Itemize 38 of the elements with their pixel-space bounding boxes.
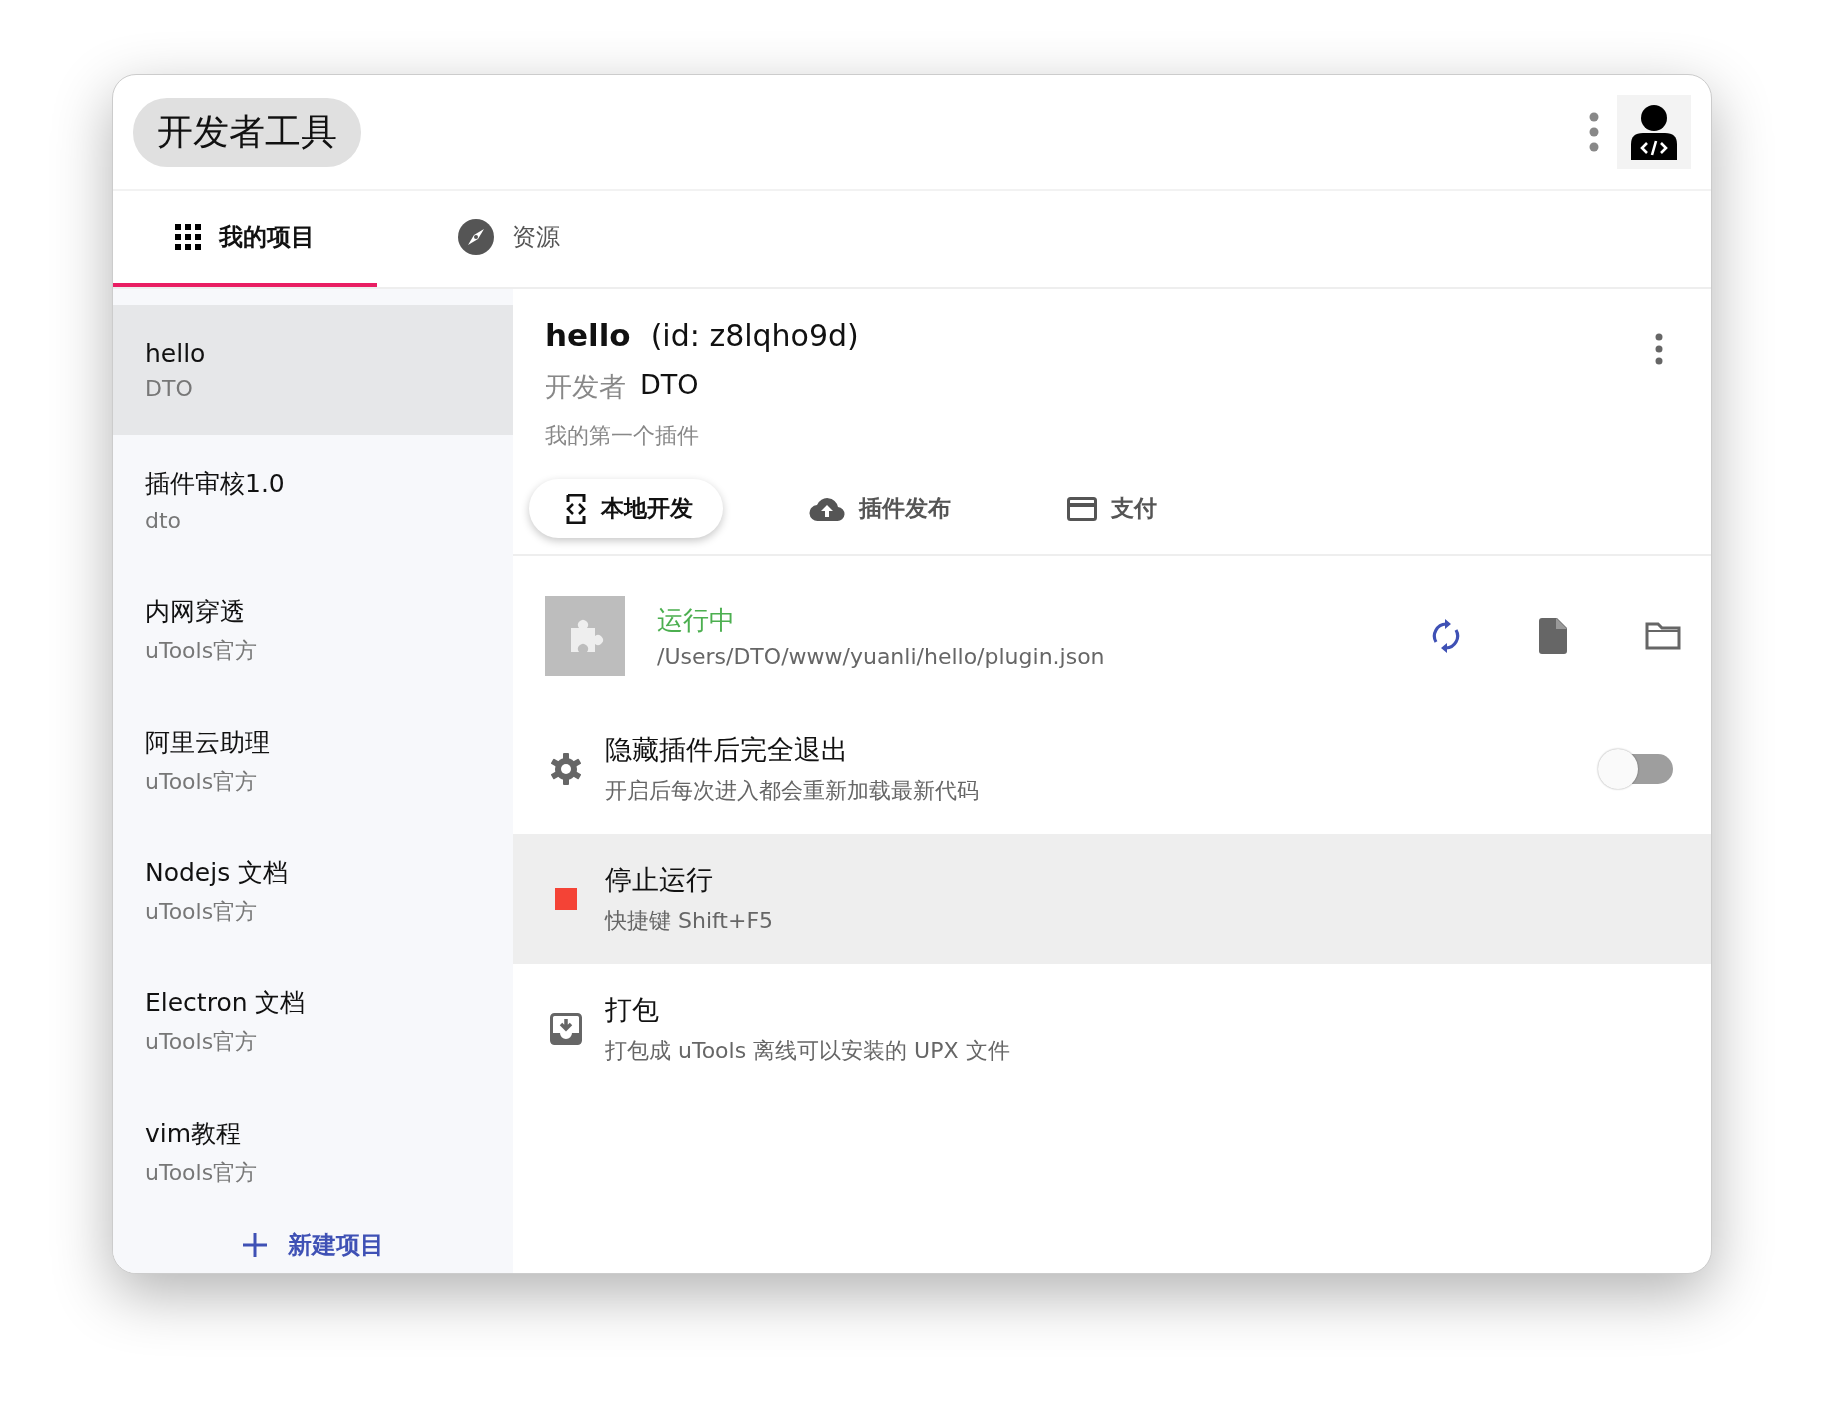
new-project-button[interactable]: 新建项目 <box>113 1217 513 1273</box>
settings-icon <box>549 752 583 786</box>
project-name: hello <box>545 317 631 353</box>
project-item[interactable]: hello DTO <box>113 305 513 436</box>
section-tab[interactable]: 支付 <box>1031 479 1187 538</box>
plus-icon <box>242 1232 268 1259</box>
compass-icon <box>458 219 494 255</box>
refresh-icon[interactable] <box>1431 619 1461 653</box>
project-item[interactable]: 阿里云助理 uTools官方 <box>113 696 513 827</box>
toggle-switch[interactable] <box>1597 748 1673 790</box>
plugin-path: /Users/DTO/www/yuanli/hello/plugin.json <box>657 644 1106 669</box>
folder-icon[interactable] <box>1645 622 1681 650</box>
download-box-icon <box>549 1013 583 1045</box>
project-id: (id: z8lqho9d) <box>650 318 859 353</box>
project-item[interactable]: Electron 文档 uTools官方 <box>113 956 513 1087</box>
section-tab[interactable]: 插件发布 <box>773 479 981 538</box>
project-description: 我的第一个插件 <box>545 422 700 450</box>
more-menu-icon[interactable] <box>1655 333 1663 365</box>
action-row[interactable]: 打包 打包成 uTools 离线可以安装的 UPX 文件 <box>513 964 1711 1094</box>
action-row[interactable]: 隐藏插件后完全退出 开启后每次进入都会重新加载最新代码 <box>513 704 1711 834</box>
app-title: 开发者工具 <box>133 97 361 167</box>
project-item[interactable]: 插件审核1.0 dto <box>113 435 513 566</box>
project-item[interactable]: vim教程 uTools官方 <box>113 1086 513 1218</box>
project-item[interactable]: Nodejs 文档 uTools官方 <box>113 826 513 957</box>
more-menu-icon[interactable] <box>1589 112 1599 152</box>
credit-card-icon <box>1067 496 1097 521</box>
file-icon[interactable] <box>1539 618 1567 654</box>
action-row[interactable]: 停止运行 快捷键 Shift+F5 <box>513 834 1711 964</box>
section-tab[interactable]: 本地开发 <box>529 479 723 538</box>
cloud-upload-icon <box>809 495 845 522</box>
developer-avatar[interactable] <box>1617 95 1691 169</box>
code-phone-icon <box>565 493 587 524</box>
developer-name: DTO <box>640 369 699 402</box>
nav-tab[interactable]: 资源 <box>377 191 641 287</box>
project-item[interactable]: 内网穿透 uTools官方 <box>113 565 513 696</box>
developer-label: 开发者 <box>545 370 626 404</box>
grid-icon <box>175 224 201 250</box>
running-status: 运行中 <box>657 604 736 637</box>
